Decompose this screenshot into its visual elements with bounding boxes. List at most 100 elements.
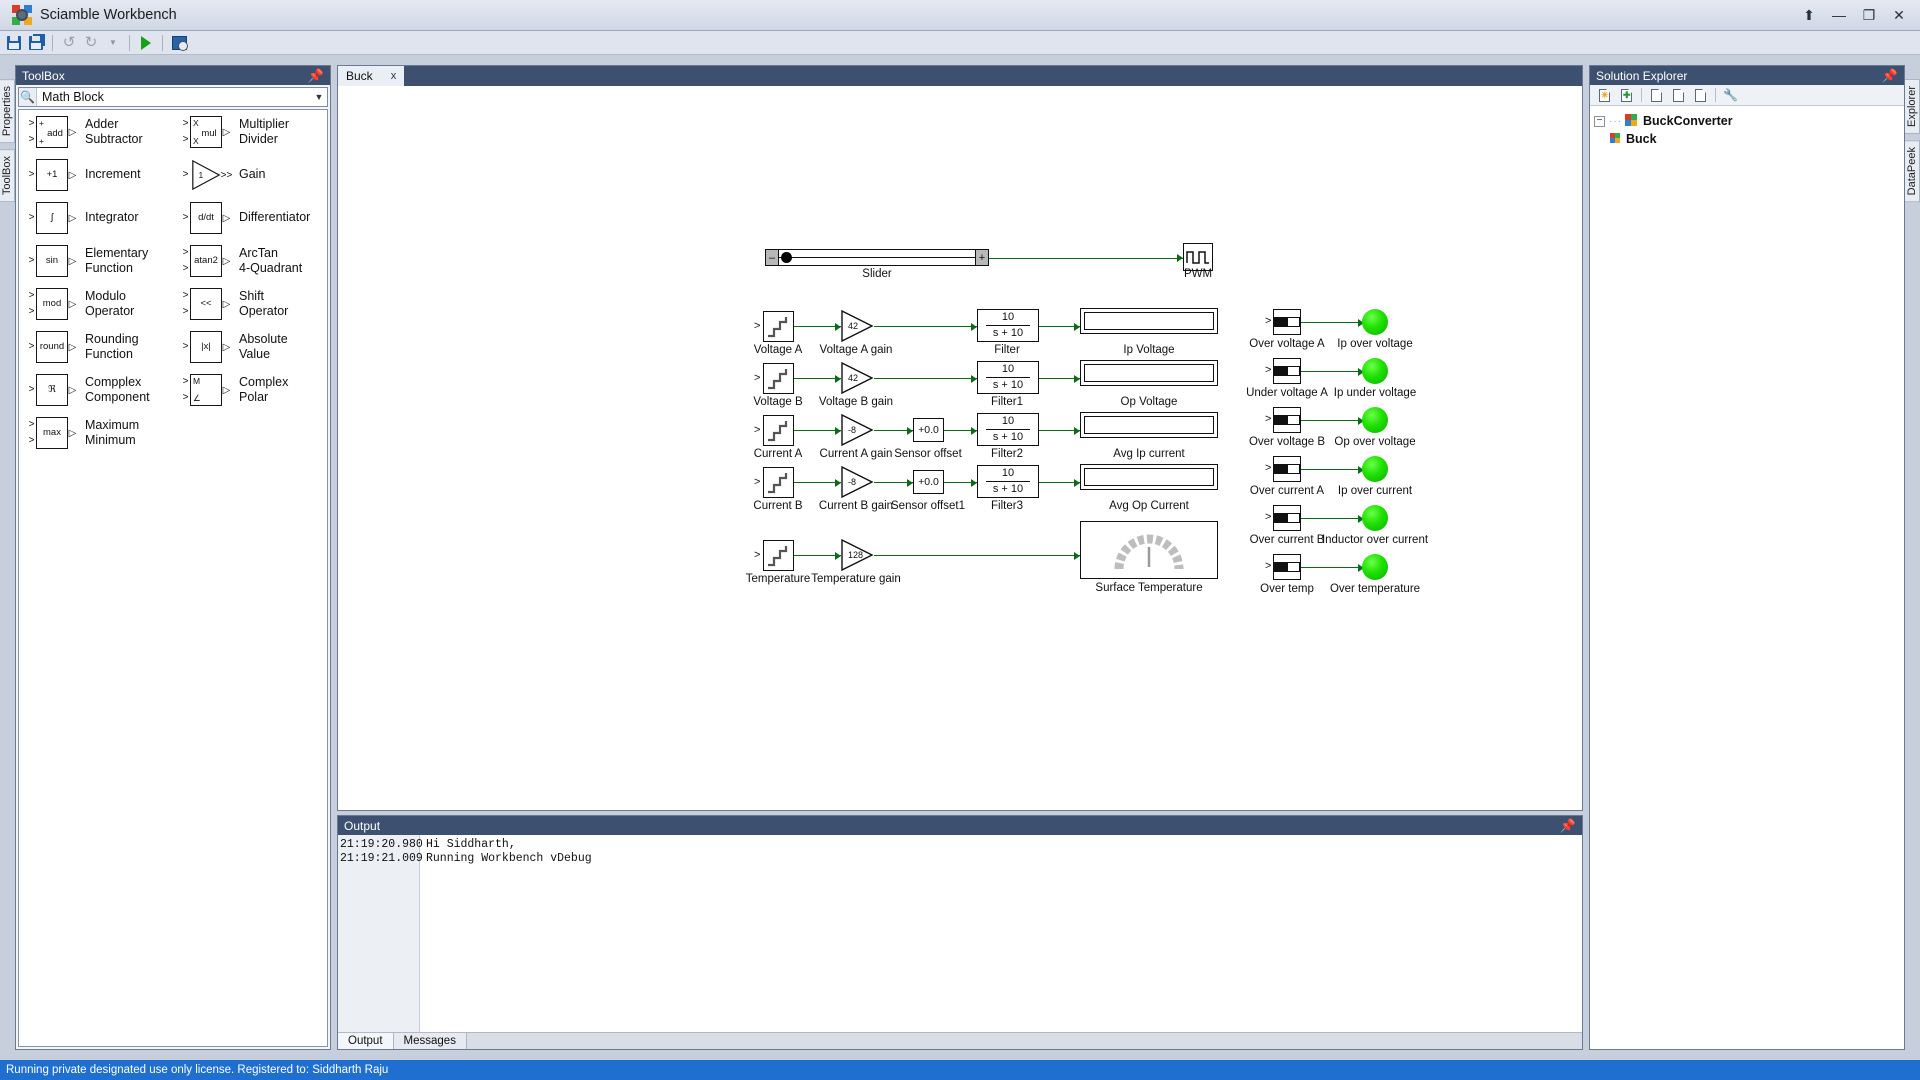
pin-icon[interactable]: 📌	[1560, 818, 1576, 834]
properties-icon[interactable]: 🔧	[1721, 87, 1740, 104]
led-indicator-5[interactable]	[1362, 554, 1388, 580]
toolbox-item[interactable]: > > + + add ▷ Adder Subtractor	[19, 116, 173, 148]
toolbox-item[interactable]: > round ▷ Rounding Function	[19, 331, 173, 363]
vertical-tab-toolbox[interactable]: ToolBox	[0, 149, 15, 203]
save-button[interactable]	[4, 33, 24, 53]
main-toolbar: ↺ ↻ ▼	[0, 31, 1920, 55]
block-icon: |x|	[190, 331, 222, 363]
close-icon[interactable]: x	[391, 70, 397, 82]
display-block-0[interactable]	[1080, 308, 1218, 334]
led-indicator-2[interactable]	[1362, 407, 1388, 433]
toolbox-item[interactable]: > > atan2 ▷ ArcTan 4-Quadrant	[173, 245, 327, 277]
expander-icon[interactable]: −	[1594, 115, 1605, 127]
source-block-3[interactable]	[763, 467, 794, 498]
led-indicator-4[interactable]	[1362, 505, 1388, 531]
slider-track[interactable]	[779, 250, 975, 265]
output-port-icon: ▷	[222, 341, 231, 353]
offset-block-2[interactable]: +0.0	[913, 418, 944, 442]
save-all-button[interactable]	[26, 33, 46, 53]
comparator-block-5[interactable]	[1273, 554, 1301, 580]
run-button[interactable]	[136, 33, 156, 53]
led-indicator-1[interactable]	[1362, 358, 1388, 384]
vertical-tab-properties[interactable]: Properties	[0, 79, 15, 144]
output-body[interactable]: 21:19:20.980 21:19:21.009 Hi Siddharth, Ru…	[338, 835, 1582, 1032]
comparator-block-2[interactable]	[1273, 407, 1301, 433]
diagram-canvas[interactable]: – + Slider PWM > Voltage A 42 Voltage A gain 10 s…	[338, 86, 1582, 810]
toolbox-item[interactable]: > ℜ ▷ Compplex Component	[19, 374, 173, 406]
comparator-block-3[interactable]	[1273, 456, 1301, 482]
toolbox-item[interactable]: >1 >> Gain	[173, 159, 327, 191]
redo-button[interactable]: ↻	[81, 33, 101, 53]
maximize-button[interactable]: ❐	[1854, 2, 1884, 28]
slider-knob[interactable]	[781, 252, 792, 263]
gauge-block[interactable]	[1080, 521, 1218, 579]
new-item-icon[interactable]: ✳	[1595, 87, 1614, 104]
toolbox-search-bar[interactable]: 🔍 ▼	[18, 87, 328, 107]
pwm-block[interactable]	[1183, 243, 1213, 271]
vertical-tab-datapeek[interactable]: DataPeek	[1905, 139, 1920, 203]
gain-block-4[interactable]: 128	[841, 538, 874, 572]
undo-button[interactable]: ↺	[59, 33, 79, 53]
comparator-block-4[interactable]	[1273, 505, 1301, 531]
source-block-0[interactable]	[763, 311, 794, 342]
block-icon: atan2	[190, 245, 222, 277]
paste-icon[interactable]	[1691, 87, 1710, 104]
toolbox-items-area: > > + + add ▷ Adder Subtractor > > X Xmul ▷ Multiplie…	[18, 109, 328, 1047]
tree-node[interactable]: Buck	[1594, 130, 1900, 148]
toolbox-item[interactable]: > > max ▷ Maximum Minimum	[19, 417, 173, 449]
source-block-2[interactable]	[763, 415, 794, 446]
gain-block-3[interactable]: -8	[841, 465, 874, 499]
filter-block-2[interactable]: 10 s + 10	[977, 413, 1039, 446]
gain-block-2[interactable]: -8	[841, 413, 874, 447]
source-block-4[interactable]	[763, 540, 794, 571]
upload-button[interactable]: ⬆	[1794, 2, 1824, 28]
toolbox-item[interactable]: > ∫ ▷ Integrator	[19, 202, 173, 234]
toolbox-item[interactable]: > > M ∠ ▷ Complex Polar	[173, 374, 327, 406]
tree-node[interactable]: − ··· BuckConverter	[1594, 112, 1900, 130]
comparator-block-1[interactable]	[1273, 358, 1301, 384]
toolbox-item[interactable]: > > X Xmul ▷ Multiplier Divider	[173, 116, 327, 148]
add-existing-icon[interactable]: ✚	[1617, 87, 1636, 104]
wire-arrow-icon	[971, 374, 977, 383]
toolbox-item[interactable]: > > mod ▷ Modulo Operator	[19, 288, 173, 320]
slider-increment-button[interactable]: +	[975, 250, 988, 265]
chevron-down-icon[interactable]: ▼	[311, 92, 327, 102]
redo-dropdown-button[interactable]: ▼	[103, 33, 123, 53]
led-indicator-0[interactable]	[1362, 309, 1388, 335]
minimize-button[interactable]: —	[1824, 2, 1854, 28]
new-folder-icon[interactable]	[1647, 87, 1666, 104]
gain-block-1[interactable]: 42	[841, 361, 874, 395]
toolbox-item[interactable]: > d/dt ▷ Differentiator	[173, 202, 327, 234]
pin-icon[interactable]: 📌	[308, 68, 324, 84]
right-dock-strip: Explorer DataPeek	[1905, 55, 1920, 1060]
configure-button[interactable]	[169, 33, 189, 53]
offset-block-3[interactable]: +0.0	[913, 470, 944, 494]
copy-icon[interactable]	[1669, 87, 1688, 104]
filter-block-0[interactable]: 10 s + 10	[977, 309, 1039, 342]
toolbox-item[interactable]: > > << ▷ Shift Operator	[173, 288, 327, 320]
slider-decrement-button[interactable]: –	[766, 250, 779, 265]
close-button[interactable]: ✕	[1884, 2, 1914, 28]
svg-text:42: 42	[848, 321, 858, 331]
gain-block-0[interactable]: 42	[841, 309, 874, 343]
toolbox-search-input[interactable]	[37, 89, 311, 105]
toolbox-item[interactable]: > |x| ▷ Absolute Value	[173, 331, 327, 363]
vertical-tab-explorer[interactable]: Explorer	[1905, 79, 1920, 134]
source-block-1[interactable]	[763, 363, 794, 394]
pin-icon[interactable]: 📌	[1882, 68, 1898, 84]
display-block-1[interactable]	[1080, 360, 1218, 386]
comparator-block-0[interactable]	[1273, 309, 1301, 335]
toolbox-item[interactable]: > sin ▷ Elementary Function	[19, 245, 173, 277]
solution-tree[interactable]: − ··· BuckConverter Buck	[1590, 106, 1904, 1049]
slider-block[interactable]: – +	[765, 249, 989, 266]
toolbox-header: ToolBox 📌	[16, 66, 330, 85]
tab-buck[interactable]: Buck x	[338, 66, 406, 86]
block-icon: X Xmul	[190, 116, 222, 148]
filter-block-1[interactable]: 10 s + 10	[977, 361, 1039, 394]
filter-block-3[interactable]: 10 s + 10	[977, 465, 1039, 498]
output-tab[interactable]: Output	[338, 1033, 394, 1049]
display-block-2[interactable]	[1080, 412, 1218, 438]
led-indicator-3[interactable]	[1362, 456, 1388, 482]
toolbox-item[interactable]: > +1 ▷ Increment	[19, 159, 173, 191]
output-tab[interactable]: Messages	[393, 1033, 467, 1049]
